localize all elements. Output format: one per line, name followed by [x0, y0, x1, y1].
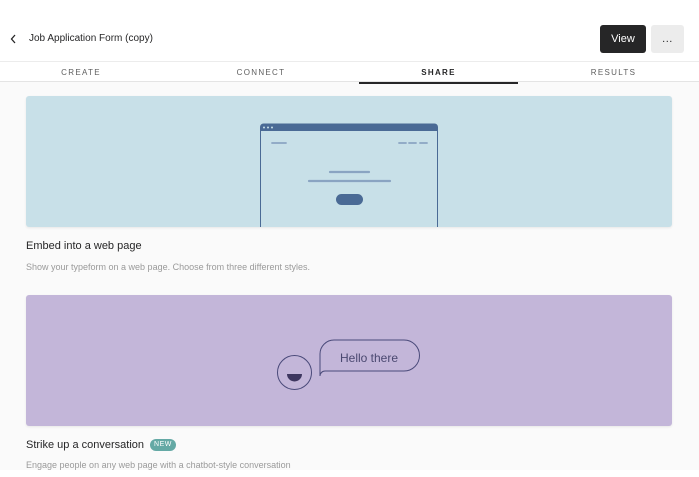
conversation-card-title[interactable]: Strike up a conversation NEW: [26, 439, 176, 451]
view-button[interactable]: View: [600, 25, 646, 53]
chat-bubble-illustration: Hello there: [277, 339, 420, 390]
conversation-card-image[interactable]: Hello there: [26, 295, 672, 426]
new-badge: NEW: [150, 439, 176, 451]
conversation-card-description: Engage people on any web page with a cha…: [26, 460, 291, 470]
form-title[interactable]: Job Application Form (copy): [29, 33, 153, 44]
conversation-card-title-text: Strike up a conversation: [26, 439, 145, 451]
top-bar: Job Application Form (copy) View ...: [0, 0, 699, 61]
embed-card-image[interactable]: [26, 96, 672, 227]
embed-card-title[interactable]: Embed into a web page: [26, 240, 142, 252]
back-button[interactable]: [8, 31, 20, 47]
browser-window-illustration: [260, 123, 438, 227]
bottom-strip: [0, 470, 699, 477]
more-options-button[interactable]: ...: [651, 25, 684, 53]
tab-create[interactable]: CREATE: [2, 62, 160, 82]
chevron-left-icon: [10, 34, 16, 44]
tab-connect[interactable]: CONNECT: [181, 62, 341, 82]
tab-bar: CREATE CONNECT SHARE RESULTS: [0, 61, 699, 84]
share-options: Embed into a web page Show your typeform…: [0, 82, 699, 470]
chat-bubble-text: Hello there: [340, 351, 398, 365]
embed-card-description: Show your typeform on a web page. Choose…: [26, 262, 310, 272]
embed-card-title-text: Embed into a web page: [26, 240, 142, 252]
tab-share[interactable]: SHARE: [359, 62, 518, 84]
tab-results[interactable]: RESULTS: [534, 62, 693, 82]
